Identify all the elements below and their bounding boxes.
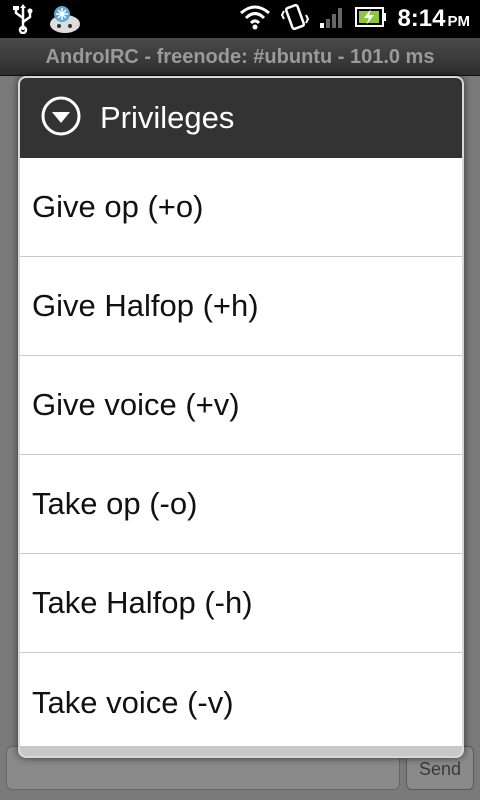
menu-item-take-op[interactable]: Take op (-o) [20,455,462,554]
app-title: AndroIRC - freenode: #ubuntu - 101.0 ms [45,46,435,68]
vibrate-icon [281,3,310,36]
battery-charging-icon [355,6,387,33]
wifi-icon [239,4,271,35]
privileges-menu: Give op (+o) Give Halfop (+h) Give voice… [20,158,462,752]
menu-item-give-voice[interactable]: Give voice (+v) [20,356,462,455]
usb-icon [12,4,34,39]
dialog-header: Privileges [20,78,462,158]
chevron-down-circle-icon [40,95,82,142]
app-title-bar: AndroIRC - freenode: #ubuntu - 101.0 ms [0,38,480,76]
menu-item-give-halfop[interactable]: Give Halfop (+h) [20,257,462,356]
menu-item-give-op[interactable]: Give op (+o) [20,158,462,257]
dialog-title: Privileges [100,100,235,135]
status-bar: 8:14 PM [0,0,480,38]
android-icon [48,4,82,39]
menu-item-take-halfop[interactable]: Take Halfop (-h) [20,554,462,653]
clock: 8:14 PM [397,5,470,32]
menu-item-take-voice[interactable]: Take voice (-v) [20,653,462,752]
dialog-footer [20,746,462,756]
signal-icon [319,5,345,34]
status-bar-system: 8:14 PM [239,0,470,38]
privileges-dialog: Privileges Give op (+o) Give Halfop (+h)… [18,76,464,758]
status-bar-notifications [12,4,82,39]
